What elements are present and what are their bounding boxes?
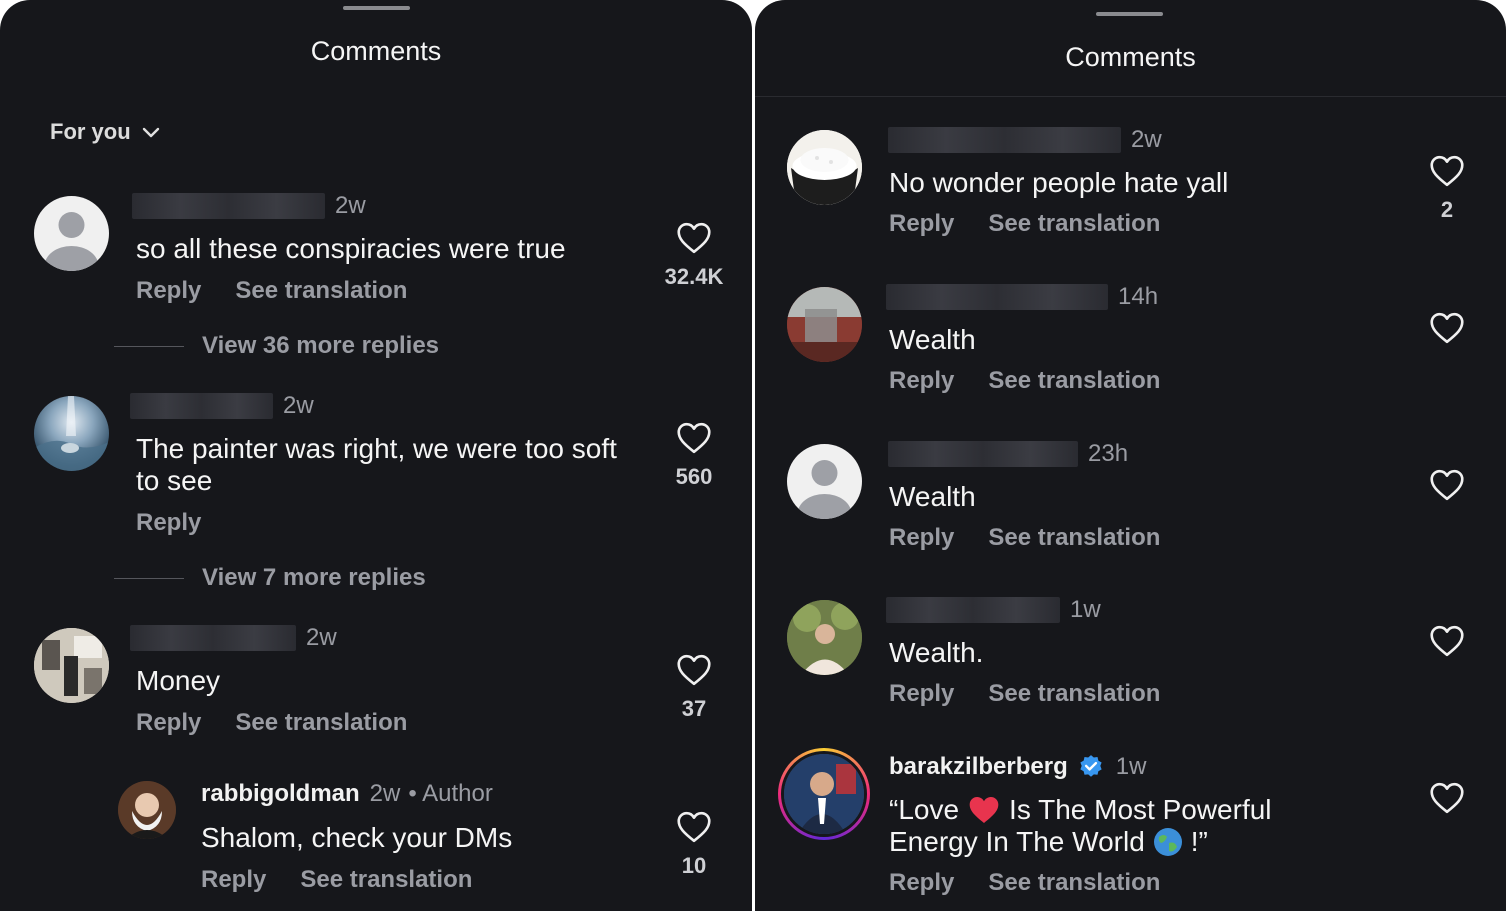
red-heart-emoji (969, 797, 999, 823)
see-translation-button[interactable]: See translation (988, 367, 1160, 395)
heart-icon (1429, 782, 1465, 814)
author-badge: • Author (408, 780, 493, 807)
redacted-username (886, 284, 1108, 310)
timestamp: 2w (306, 624, 337, 651)
avatar[interactable] (778, 748, 870, 840)
comment-text-part: “Love (889, 794, 960, 825)
timestamp: 2w (335, 192, 366, 219)
timestamp: 23h (1088, 440, 1129, 467)
see-translation-button[interactable]: See translation (235, 709, 407, 737)
redacted-username (130, 625, 296, 651)
reply-button[interactable]: Reply (201, 866, 266, 894)
reply-button[interactable]: Reply (136, 509, 201, 537)
heart-icon (676, 222, 712, 254)
view-more-replies-label: View 36 more replies (202, 332, 440, 359)
comment-text: Shalom, check your DMs (201, 822, 513, 853)
comment-text: “Love Is The Most Powerful Energy In The… (889, 794, 1349, 858)
heart-icon (676, 811, 712, 843)
see-translation-button[interactable]: See translation (988, 869, 1160, 897)
avatar[interactable] (118, 781, 176, 839)
heart-icon (1429, 155, 1465, 187)
username[interactable]: rabbigoldman (201, 780, 360, 808)
reply-button[interactable]: Reply (889, 869, 954, 897)
timestamp: 2w (1131, 126, 1162, 153)
heart-icon (1429, 625, 1465, 657)
verified-badge-icon (1080, 755, 1102, 777)
view-more-replies-button[interactable]: View 36 more replies (114, 332, 439, 360)
see-translation-button[interactable]: See translation (988, 524, 1160, 552)
reply-button[interactable]: Reply (136, 277, 201, 305)
redacted-username (130, 393, 273, 419)
like-count: 2 (1440, 197, 1454, 222)
chevron-down-icon (142, 127, 159, 138)
see-translation-button[interactable]: See translation (988, 680, 1160, 708)
like-button[interactable]: 37 (659, 654, 729, 722)
redacted-username (132, 193, 325, 219)
like-count: 32.4K (664, 264, 724, 289)
comment-text: Money (136, 665, 221, 696)
comment-text-part: Is The Most Powerful (1009, 794, 1272, 825)
view-more-replies-label: View 7 more replies (202, 564, 426, 591)
avatar[interactable] (787, 287, 862, 362)
comment-text: No wonder people hate yall (889, 167, 1229, 198)
comment-text-part: Energy In The World (889, 826, 1145, 857)
timestamp: 2w (283, 392, 314, 419)
globe-emoji (1153, 828, 1182, 856)
timestamp: 2w (369, 780, 401, 807)
reply-button[interactable]: Reply (889, 367, 954, 395)
see-translation-button[interactable]: See translation (235, 277, 407, 305)
like-count: 37 (681, 696, 707, 721)
redacted-username (886, 597, 1060, 623)
heart-icon (1429, 312, 1465, 344)
avatar[interactable] (34, 396, 109, 471)
like-button[interactable]: 10 (659, 811, 729, 879)
see-translation-button[interactable]: See translation (988, 210, 1160, 238)
heart-icon (676, 422, 712, 454)
username[interactable]: barakzilberberg (889, 753, 1068, 781)
like-button[interactable] (1412, 469, 1482, 501)
comment-text: The painter was right, we were too soft … (136, 433, 617, 496)
timestamp: 1w (1115, 753, 1147, 780)
avatar[interactable] (787, 130, 862, 205)
comment-text-part: !” (1190, 826, 1208, 857)
comment-text: Wealth (889, 481, 976, 512)
avatar[interactable] (34, 196, 109, 271)
left-comments-panel: Comments For you 2w so all these conspir… (0, 0, 752, 911)
like-button[interactable] (1412, 625, 1482, 657)
sort-dropdown[interactable]: For you (50, 119, 163, 145)
reply-button[interactable]: Reply (889, 524, 954, 552)
like-button[interactable]: 560 (659, 422, 729, 490)
page-title: Comments (1065, 42, 1196, 72)
comment-text: Wealth. (889, 637, 984, 668)
header-divider (755, 96, 1506, 97)
like-count: 560 (675, 464, 713, 489)
see-translation-button[interactable]: See translation (300, 866, 472, 894)
page-title: Comments (310, 36, 442, 66)
avatar[interactable] (34, 628, 109, 703)
drag-handle[interactable] (1096, 12, 1163, 16)
right-comments-panel: Comments 2w No wonder people hate yall R… (755, 0, 1506, 911)
view-more-replies-button[interactable]: View 7 more replies (114, 564, 426, 592)
drag-handle[interactable] (343, 6, 410, 10)
avatar[interactable] (787, 444, 862, 519)
heart-icon (1429, 469, 1465, 501)
like-count: 10 (681, 853, 707, 878)
timestamp: 14h (1118, 283, 1159, 310)
reply-button[interactable]: Reply (136, 709, 201, 737)
like-button[interactable]: 2 (1412, 155, 1482, 223)
reply-button[interactable]: Reply (889, 680, 954, 708)
like-button[interactable] (1412, 312, 1482, 344)
sort-label: For you (50, 119, 131, 144)
avatar[interactable] (787, 600, 862, 675)
like-button[interactable] (1412, 782, 1482, 814)
heart-icon (676, 654, 712, 686)
timestamp: 1w (1070, 596, 1101, 623)
redacted-username (888, 127, 1121, 153)
like-button[interactable]: 32.4K (659, 222, 729, 290)
comment-text: so all these conspiracies were true (136, 233, 566, 264)
comment-text: Wealth (889, 324, 976, 355)
redacted-username (888, 441, 1078, 467)
reply-button[interactable]: Reply (889, 210, 954, 238)
